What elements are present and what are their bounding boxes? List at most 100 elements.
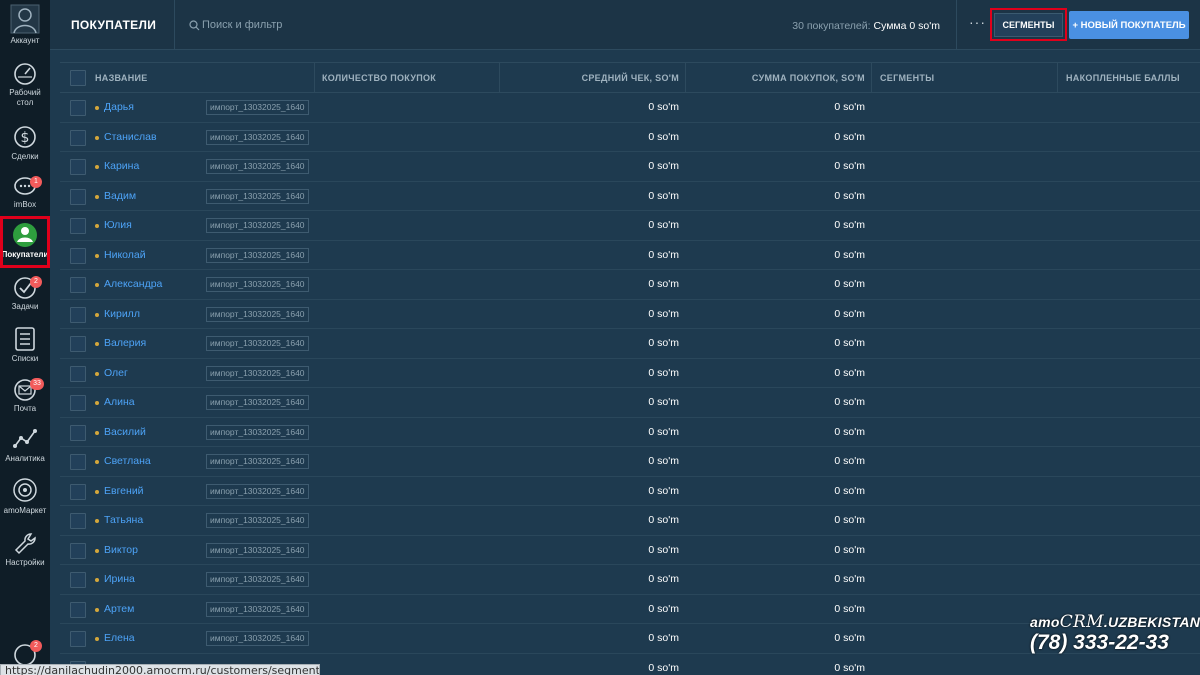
new-customer-button[interactable]: + НОВЫЙ ПОКУПАТЕЛЬ bbox=[1069, 11, 1189, 39]
sidebar-item-mail[interactable]: 33 Почта bbox=[0, 378, 50, 414]
customer-name-link[interactable]: Юлия bbox=[104, 219, 132, 231]
row-checkbox[interactable] bbox=[70, 424, 86, 441]
customer-name-link[interactable]: Станислав bbox=[104, 131, 157, 143]
sidebar-item-tasks[interactable]: 2 Задачи bbox=[0, 276, 50, 312]
column-header-segments[interactable]: СЕГМЕНТЫ bbox=[880, 63, 934, 93]
import-tag[interactable]: импорт_13032025_1640 bbox=[206, 247, 309, 263]
import-tag[interactable]: импорт_13032025_1640 bbox=[206, 306, 309, 322]
table-row[interactable]: Алина импорт_13032025_1640 0 so'm 0 so'm bbox=[60, 388, 1200, 418]
import-tag[interactable]: импорт_13032025_1640 bbox=[206, 277, 309, 292]
table-row[interactable]: Николай импорт_13032025_1640 0 so'm 0 so'm bbox=[60, 241, 1200, 270]
sidebar-item-analytics[interactable]: Аналитика bbox=[0, 426, 50, 464]
customer-name-link[interactable]: Валерия bbox=[104, 337, 146, 349]
account-menu[interactable]: Аккаунт bbox=[0, 4, 50, 46]
table-row[interactable]: Татьяна импорт_13032025_1640 0 so'm 0 so'm bbox=[60, 506, 1200, 536]
table-row[interactable]: Василий импорт_13032025_1640 0 so'm 0 so'm bbox=[60, 418, 1200, 447]
table-row[interactable]: Артем импорт_13032025_1640 0 so'm 0 so'm bbox=[60, 595, 1200, 624]
customer-name-link[interactable]: Василий bbox=[104, 426, 146, 438]
table-row[interactable]: Светлана импорт_13032025_1640 0 so'm 0 so'm bbox=[60, 447, 1200, 477]
customer-name-link[interactable]: Карина bbox=[104, 160, 139, 172]
sidebar-item-lists[interactable]: Списки bbox=[0, 326, 50, 364]
row-checkbox[interactable] bbox=[70, 631, 86, 647]
import-tag[interactable]: импорт_13032025_1640 bbox=[206, 100, 309, 115]
row-checkbox[interactable] bbox=[70, 542, 86, 559]
table-row[interactable]: Евгений импорт_13032025_1640 0 so'm 0 so'm bbox=[60, 477, 1200, 506]
customer-name-link[interactable]: Николай bbox=[104, 249, 146, 261]
column-header-name[interactable]: НАЗВАНИЕ bbox=[95, 63, 148, 93]
row-checkbox[interactable] bbox=[70, 188, 86, 205]
sidebar-item-dashboard[interactable]: Рабочий стол bbox=[0, 62, 50, 108]
sidebar-item-imbox[interactable]: 1 imBox bbox=[0, 176, 50, 210]
row-checkbox[interactable] bbox=[70, 395, 86, 411]
import-tag[interactable]: импорт_13032025_1640 bbox=[206, 159, 309, 174]
import-tag[interactable]: импорт_13032025_1640 bbox=[206, 336, 309, 351]
customer-name-link[interactable]: Алина bbox=[104, 396, 135, 408]
import-tag[interactable]: импорт_13032025_1640 bbox=[206, 188, 309, 204]
row-checkbox[interactable] bbox=[70, 218, 86, 234]
select-all-checkbox[interactable] bbox=[70, 70, 86, 86]
import-tag[interactable]: импорт_13032025_1640 bbox=[206, 572, 309, 587]
sidebar-item-market[interactable]: amoМаркет bbox=[0, 476, 50, 516]
customer-name-link[interactable]: Елена bbox=[104, 632, 135, 644]
table-row[interactable]: Виктор импорт_13032025_1640 0 so'm 0 so'm bbox=[60, 536, 1200, 565]
import-tag[interactable]: импорт_13032025_1640 bbox=[206, 218, 309, 233]
search-input[interactable] bbox=[202, 16, 502, 34]
table-row[interactable]: Вадим импорт_13032025_1640 0 so'm 0 so'm bbox=[60, 182, 1200, 211]
table-row[interactable]: Карина импорт_13032025_1640 0 so'm 0 so'm bbox=[60, 152, 1200, 182]
sidebar-item-customers[interactable]: Покупатели bbox=[0, 216, 50, 268]
row-checkbox[interactable] bbox=[70, 159, 86, 175]
import-tag[interactable]: импорт_13032025_1640 bbox=[206, 395, 309, 410]
import-tag[interactable]: импорт_13032025_1640 bbox=[206, 542, 309, 558]
customer-name-link[interactable]: Ирина bbox=[104, 573, 135, 585]
import-tag[interactable]: импорт_13032025_1640 bbox=[206, 424, 309, 440]
import-tag[interactable]: импорт_13032025_1640 bbox=[206, 129, 309, 145]
import-tag[interactable]: импорт_13032025_1640 bbox=[206, 454, 309, 469]
table-row[interactable]: Станислав импорт_13032025_1640 0 so'm 0 so'… bbox=[60, 123, 1200, 152]
row-checkbox[interactable] bbox=[70, 336, 86, 352]
import-tag[interactable]: импорт_13032025_1640 bbox=[206, 365, 309, 381]
table-row[interactable]: Юлия импорт_13032025_1640 0 so'm 0 so'm bbox=[60, 211, 1200, 241]
customer-name-link[interactable]: Дарья bbox=[104, 101, 134, 113]
customer-name-link[interactable]: Вадим bbox=[104, 190, 136, 202]
customer-name-link[interactable]: Кирилл bbox=[104, 308, 140, 320]
row-checkbox[interactable] bbox=[70, 513, 86, 529]
more-options-button[interactable]: ··· bbox=[969, 14, 986, 30]
customer-name-link[interactable]: Артем bbox=[104, 603, 134, 615]
customer-name-link[interactable]: Виктор bbox=[104, 544, 138, 556]
row-checkbox[interactable] bbox=[70, 306, 86, 323]
sidebar-item-deals[interactable]: $ Сделки bbox=[0, 124, 50, 162]
row-checkbox[interactable] bbox=[70, 129, 86, 146]
table-row[interactable]: Дарья импорт_13032025_1640 0 so'm 0 so'm bbox=[60, 93, 1200, 123]
row-checkbox[interactable] bbox=[70, 454, 86, 470]
table-row[interactable]: Кирилл импорт_13032025_1640 0 so'm 0 so'm bbox=[60, 300, 1200, 329]
segments-button[interactable]: СЕГМЕНТЫ bbox=[993, 12, 1064, 37]
sidebar-item-settings[interactable]: Настройки bbox=[0, 530, 50, 568]
table-row[interactable]: Олег импорт_13032025_1640 0 so'm 0 so'm bbox=[60, 359, 1200, 388]
table-row[interactable]: Валерия импорт_13032025_1640 0 so'm 0 so'm bbox=[60, 329, 1200, 359]
row-checkbox[interactable] bbox=[70, 572, 86, 588]
row-checkbox[interactable] bbox=[70, 483, 86, 500]
customer-name-link[interactable]: Татьяна bbox=[104, 514, 143, 526]
import-tag[interactable]: импорт_13032025_1640 bbox=[206, 513, 309, 528]
row-checkbox[interactable] bbox=[70, 100, 86, 116]
import-tag[interactable]: импорт_13032025_1640 bbox=[206, 483, 309, 499]
table-row[interactable]: Александра импорт_13032025_1640 0 so'm 0 so… bbox=[60, 270, 1200, 300]
customer-name-link[interactable]: Светлана bbox=[104, 455, 151, 467]
customer-name-link[interactable]: Олег bbox=[104, 367, 128, 379]
row-checkbox[interactable] bbox=[70, 277, 86, 293]
column-header-purchases-sum[interactable]: СУММА ПОКУПОК, SO'M bbox=[686, 63, 865, 93]
customer-name-link[interactable]: Александра bbox=[104, 278, 162, 290]
row-checkbox[interactable] bbox=[70, 601, 86, 618]
table-row[interactable]: Елена импорт_13032025_1640 0 so'm 0 so'm bbox=[60, 624, 1200, 654]
table-row[interactable]: Ирина импорт_13032025_1640 0 so'm 0 so'm bbox=[60, 565, 1200, 595]
column-header-purchases-count[interactable]: КОЛИЧЕСТВО ПОКУПОК bbox=[322, 63, 436, 93]
row-checkbox[interactable] bbox=[70, 247, 86, 264]
column-header-average-check[interactable]: СРЕДНИЙ ЧЕК, SO'M bbox=[500, 63, 679, 93]
sidebar-item-notifications[interactable]: 2 bbox=[0, 640, 50, 666]
customer-name-link[interactable]: Евгений bbox=[104, 485, 144, 497]
import-tag[interactable]: импорт_13032025_1640 bbox=[206, 631, 309, 646]
average-check-value: 0 so'm bbox=[648, 396, 679, 408]
import-tag[interactable]: импорт_13032025_1640 bbox=[206, 601, 309, 617]
column-header-points[interactable]: НАКОПЛЕННЫЕ БАЛЛЫ bbox=[1066, 63, 1180, 93]
row-checkbox[interactable] bbox=[70, 365, 86, 382]
